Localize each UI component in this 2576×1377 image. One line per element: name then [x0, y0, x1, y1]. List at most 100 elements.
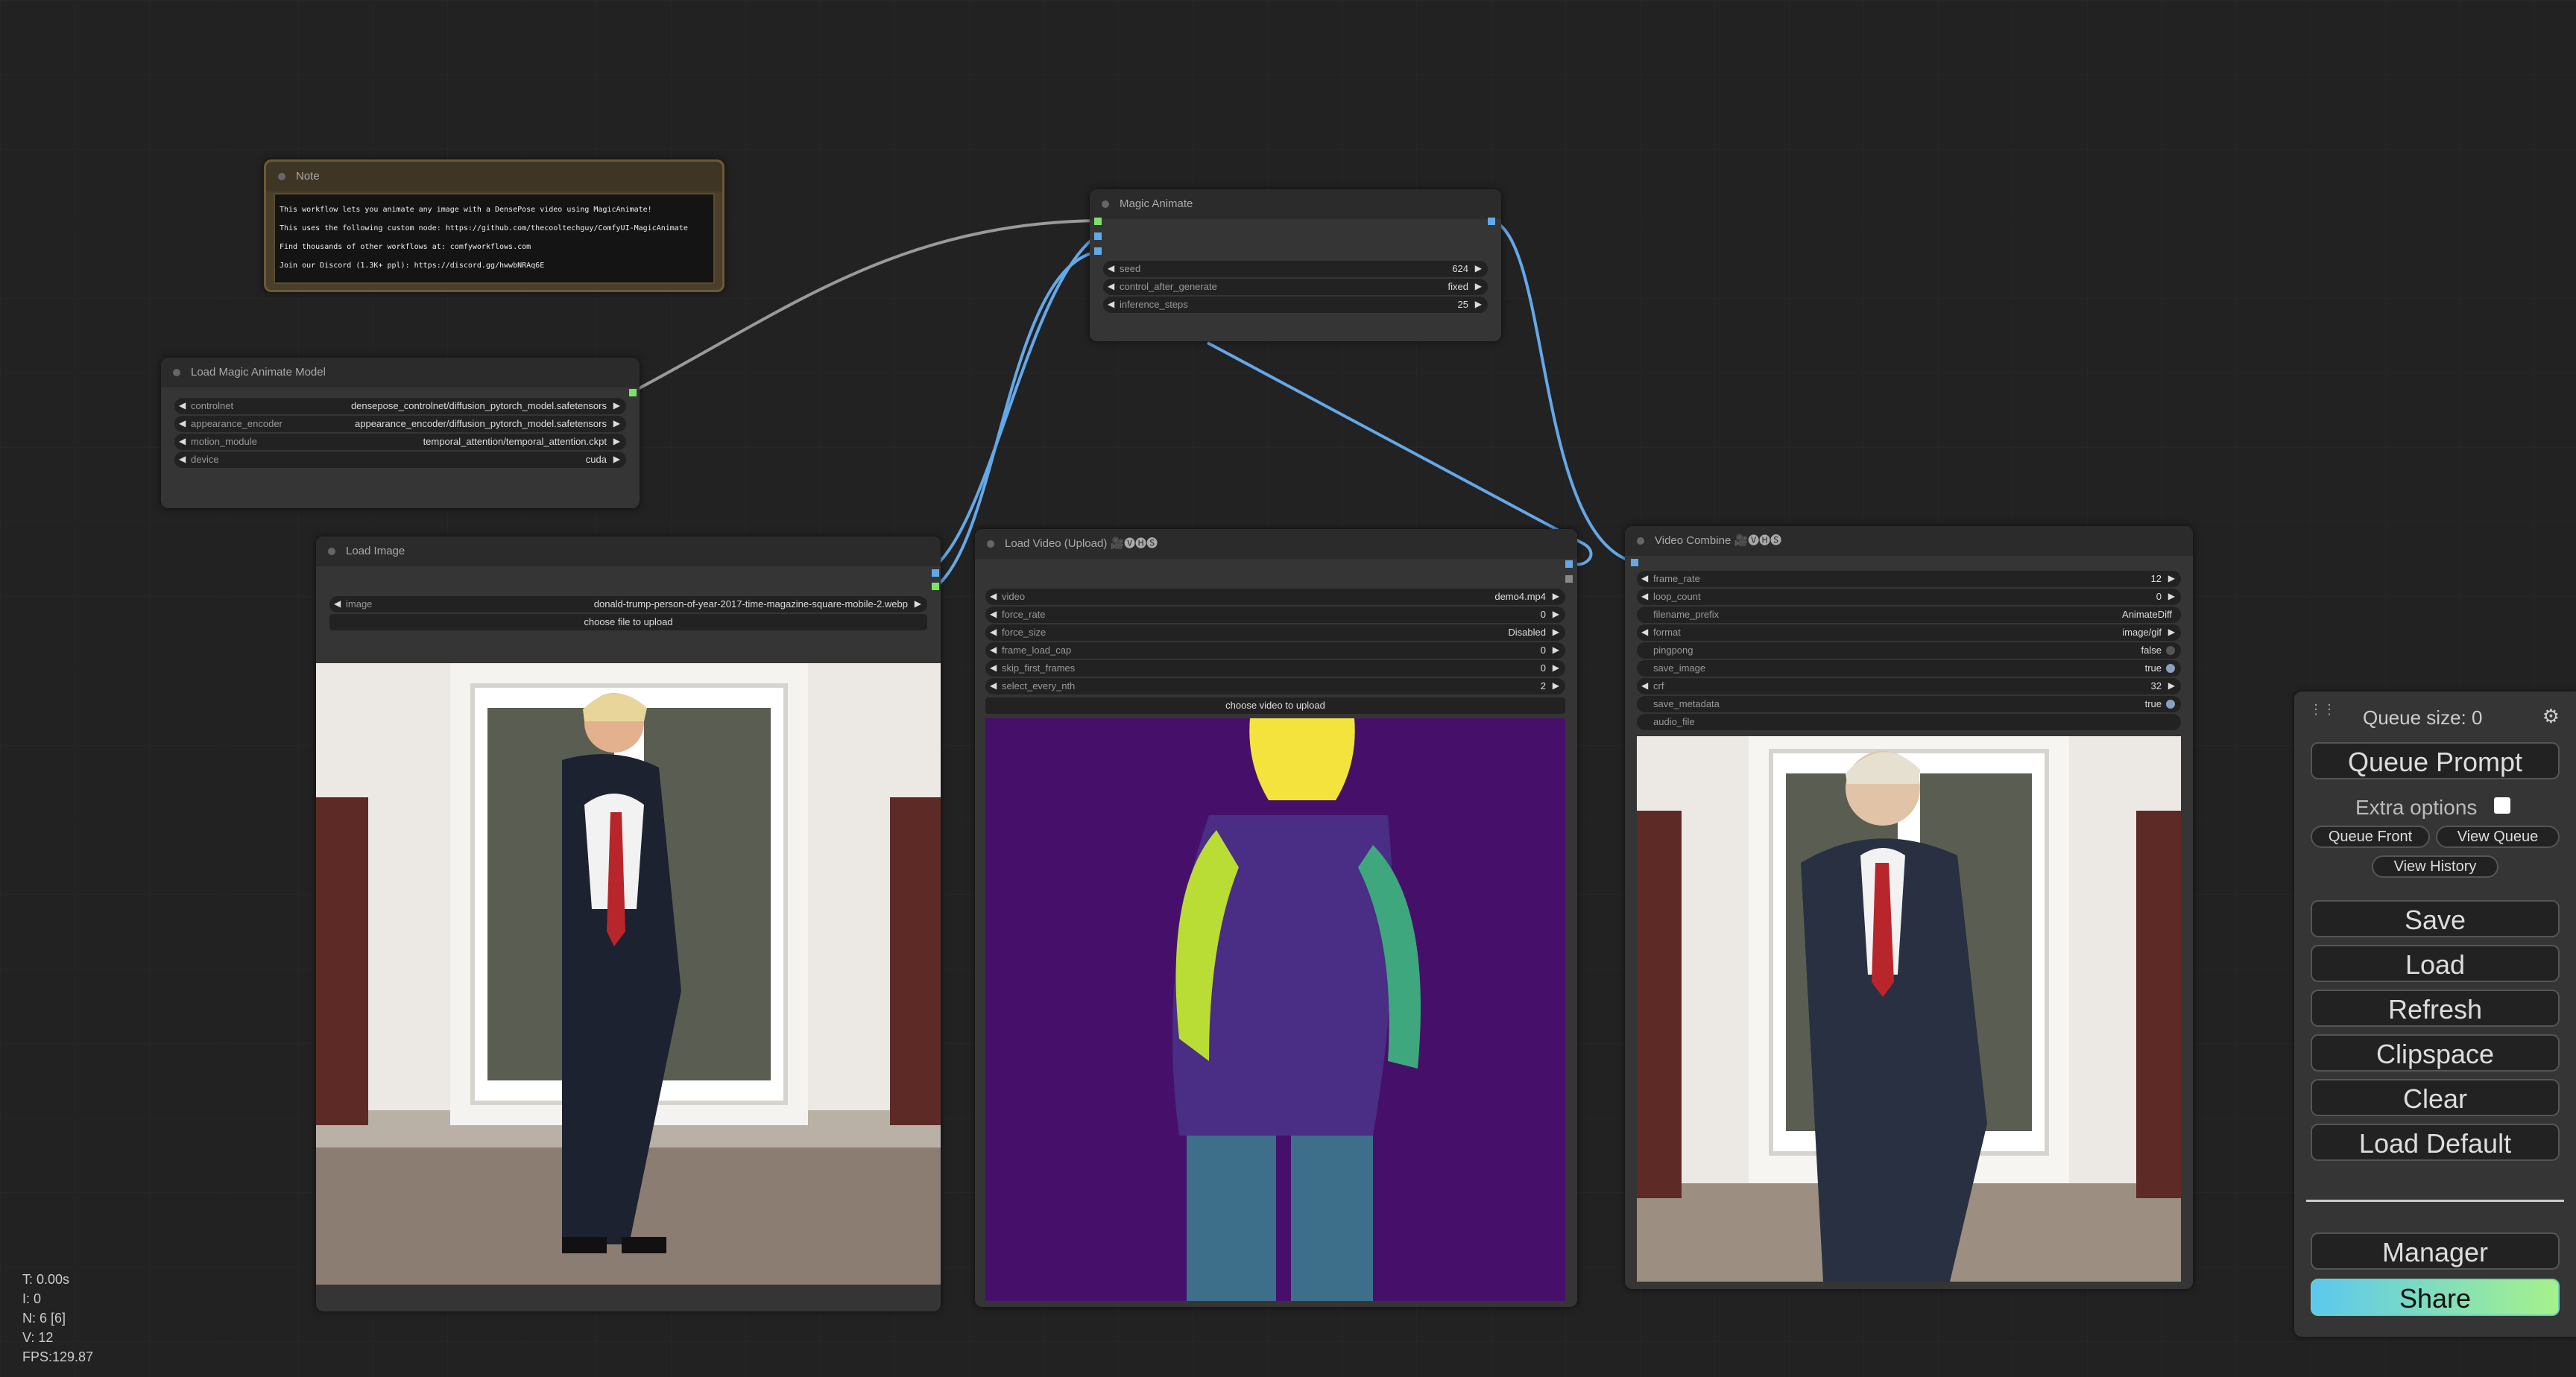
- decrement-arrow-icon[interactable]: ◀: [1108, 263, 1114, 273]
- controlnet-widget[interactable]: ◀ controlnet densepose_controlnet/diffusio…: [174, 398, 626, 414]
- decrement-arrow-icon[interactable]: ◀: [990, 591, 997, 601]
- clipspace-button[interactable]: Clipspace: [2311, 1034, 2560, 1071]
- decrement-arrow-icon[interactable]: ◀: [179, 454, 186, 464]
- image-widget[interactable]: ◀ image donald-trump-person-of-year-2017-t…: [329, 596, 927, 612]
- decrement-arrow-icon[interactable]: ◀: [990, 680, 997, 691]
- node-title[interactable]: Video Combine 🎥🅥🅗🅢: [1625, 526, 2193, 556]
- toggle-on-icon[interactable]: [2166, 700, 2175, 709]
- decrement-arrow-icon[interactable]: ◀: [179, 436, 186, 446]
- decrement-arrow-icon[interactable]: ◀: [1108, 281, 1114, 291]
- decrement-arrow-icon[interactable]: ◀: [1108, 299, 1114, 309]
- save-button[interactable]: Save: [2311, 900, 2560, 937]
- audio-file-widget[interactable]: audio_file: [1637, 714, 2181, 730]
- load-video-node[interactable]: Load Video (Upload) 🎥🅥🅗🅢 ◀ video demo4.mp4…: [975, 529, 1577, 1307]
- collapse-dot-icon[interactable]: [173, 369, 180, 376]
- video-widget[interactable]: ◀ video demo4.mp4 ▶: [985, 589, 1565, 605]
- frame-rate-widget[interactable]: ◀ frame_rate 12 ▶: [1637, 571, 2181, 587]
- loop-count-widget[interactable]: ◀ loop_count 0 ▶: [1637, 589, 2181, 605]
- choose-video-button[interactable]: choose video to upload: [985, 697, 1565, 714]
- decrement-arrow-icon[interactable]: ◀: [990, 609, 997, 619]
- increment-arrow-icon[interactable]: ▶: [2168, 680, 2175, 691]
- load-default-button[interactable]: Load Default: [2311, 1124, 2560, 1161]
- decrement-arrow-icon[interactable]: ◀: [179, 400, 186, 411]
- node-title[interactable]: Magic Animate: [1090, 189, 1501, 219]
- manager-button[interactable]: Manager: [2311, 1232, 2560, 1270]
- decrement-arrow-icon[interactable]: ◀: [1641, 591, 1648, 601]
- node-title[interactable]: Note: [266, 162, 722, 191]
- force-size-widget[interactable]: ◀ force_size Disabled ▶: [985, 624, 1565, 641]
- increment-arrow-icon[interactable]: ▶: [613, 436, 620, 446]
- decrement-arrow-icon[interactable]: ◀: [334, 598, 341, 609]
- motion-module-widget[interactable]: ◀ motion_module temporal_attention/tempora…: [174, 434, 626, 450]
- increment-arrow-icon[interactable]: ▶: [1475, 263, 1482, 273]
- output-slot[interactable]: [932, 583, 939, 590]
- decrement-arrow-icon[interactable]: ◀: [179, 418, 186, 428]
- load-magic-animate-model-node[interactable]: Load Magic Animate Model ◀ controlnet dens…: [161, 358, 640, 508]
- collapse-dot-icon[interactable]: [278, 173, 285, 180]
- save-metadata-toggle[interactable]: save_metadata true: [1637, 696, 2181, 712]
- output-slot[interactable]: [1488, 218, 1495, 225]
- increment-arrow-icon[interactable]: ▶: [2168, 573, 2175, 583]
- select-every-nth-widget[interactable]: ◀ select_every_nth 2 ▶: [985, 678, 1565, 694]
- increment-arrow-icon[interactable]: ▶: [1553, 627, 1559, 637]
- toggle-on-icon[interactable]: [2166, 664, 2175, 673]
- decrement-arrow-icon[interactable]: ◀: [990, 645, 997, 655]
- increment-arrow-icon[interactable]: ▶: [1553, 609, 1559, 619]
- increment-arrow-icon[interactable]: ▶: [613, 400, 620, 411]
- node-title[interactable]: Load Magic Animate Model: [161, 358, 640, 387]
- seed-widget[interactable]: ◀ seed 624 ▶: [1103, 261, 1488, 277]
- note-node[interactable]: Note This workflow lets you animate any …: [264, 159, 724, 292]
- output-slot[interactable]: [629, 389, 637, 396]
- increment-arrow-icon[interactable]: ▶: [1553, 680, 1559, 691]
- load-image-node[interactable]: Load Image ◀ image donald-trump-person-of-…: [316, 536, 941, 1311]
- magic-animate-node[interactable]: Magic Animate ◀ seed 624 ▶ ◀ control_after_g…: [1090, 189, 1501, 341]
- increment-arrow-icon[interactable]: ▶: [1475, 299, 1482, 309]
- device-widget[interactable]: ◀ device cuda ▶: [174, 452, 626, 468]
- frame-load-cap-widget[interactable]: ◀ frame_load_cap 0 ▶: [985, 642, 1565, 659]
- control-after-generate-widget[interactable]: ◀ control_after_generate fixed ▶: [1103, 279, 1488, 295]
- collapse-dot-icon[interactable]: [987, 540, 994, 548]
- increment-arrow-icon[interactable]: ▶: [915, 598, 921, 609]
- decrement-arrow-icon[interactable]: ◀: [1641, 627, 1648, 637]
- input-slot[interactable]: [1094, 247, 1102, 255]
- filename-prefix-widget[interactable]: filename_prefix AnimateDiff: [1637, 607, 2181, 623]
- share-button[interactable]: Share: [2311, 1279, 2560, 1316]
- pingpong-toggle[interactable]: pingpong false: [1637, 642, 2181, 659]
- increment-arrow-icon[interactable]: ▶: [1475, 281, 1482, 291]
- toggle-off-icon[interactable]: [2166, 646, 2175, 655]
- input-slot[interactable]: [1631, 559, 1638, 566]
- format-widget[interactable]: ◀ format image/gif ▶: [1637, 624, 2181, 641]
- collapse-dot-icon[interactable]: [1102, 200, 1109, 208]
- output-slot[interactable]: [1565, 560, 1573, 568]
- extra-options-checkbox[interactable]: [2494, 797, 2510, 814]
- collapse-dot-icon[interactable]: [1637, 537, 1644, 545]
- crf-widget[interactable]: ◀ crf 32 ▶: [1637, 678, 2181, 694]
- choose-file-button[interactable]: choose file to upload: [329, 614, 927, 630]
- settings-gear-icon[interactable]: ⚙: [2542, 705, 2560, 728]
- collapse-dot-icon[interactable]: [328, 548, 335, 555]
- inference-steps-widget[interactable]: ◀ inference_steps 25 ▶: [1103, 297, 1488, 313]
- queue-front-button[interactable]: Queue Front: [2311, 826, 2430, 848]
- increment-arrow-icon[interactable]: ▶: [613, 418, 620, 428]
- clear-button[interactable]: Clear: [2311, 1079, 2560, 1116]
- decrement-arrow-icon[interactable]: ◀: [1641, 680, 1648, 691]
- refresh-button[interactable]: Refresh: [2311, 990, 2560, 1027]
- view-history-button[interactable]: View History: [2372, 855, 2498, 878]
- increment-arrow-icon[interactable]: ▶: [1553, 645, 1559, 655]
- increment-arrow-icon[interactable]: ▶: [1553, 662, 1559, 673]
- node-title[interactable]: Load Image: [316, 536, 941, 566]
- increment-arrow-icon[interactable]: ▶: [2168, 627, 2175, 637]
- decrement-arrow-icon[interactable]: ◀: [990, 662, 997, 673]
- input-slot[interactable]: [1094, 232, 1102, 240]
- save-image-toggle[interactable]: save_image true: [1637, 660, 2181, 677]
- decrement-arrow-icon[interactable]: ◀: [990, 627, 997, 637]
- drag-handle-icon[interactable]: ⋮⋮: [2309, 703, 2336, 723]
- input-slot[interactable]: [1094, 218, 1102, 225]
- increment-arrow-icon[interactable]: ▶: [1553, 591, 1559, 601]
- output-slot[interactable]: [1565, 575, 1573, 583]
- decrement-arrow-icon[interactable]: ◀: [1641, 573, 1648, 583]
- increment-arrow-icon[interactable]: ▶: [613, 454, 620, 464]
- queue-prompt-button[interactable]: Queue Prompt: [2311, 742, 2560, 779]
- note-text[interactable]: This workflow lets you animate any image…: [274, 193, 715, 284]
- force-rate-widget[interactable]: ◀ force_rate 0 ▶: [985, 607, 1565, 623]
